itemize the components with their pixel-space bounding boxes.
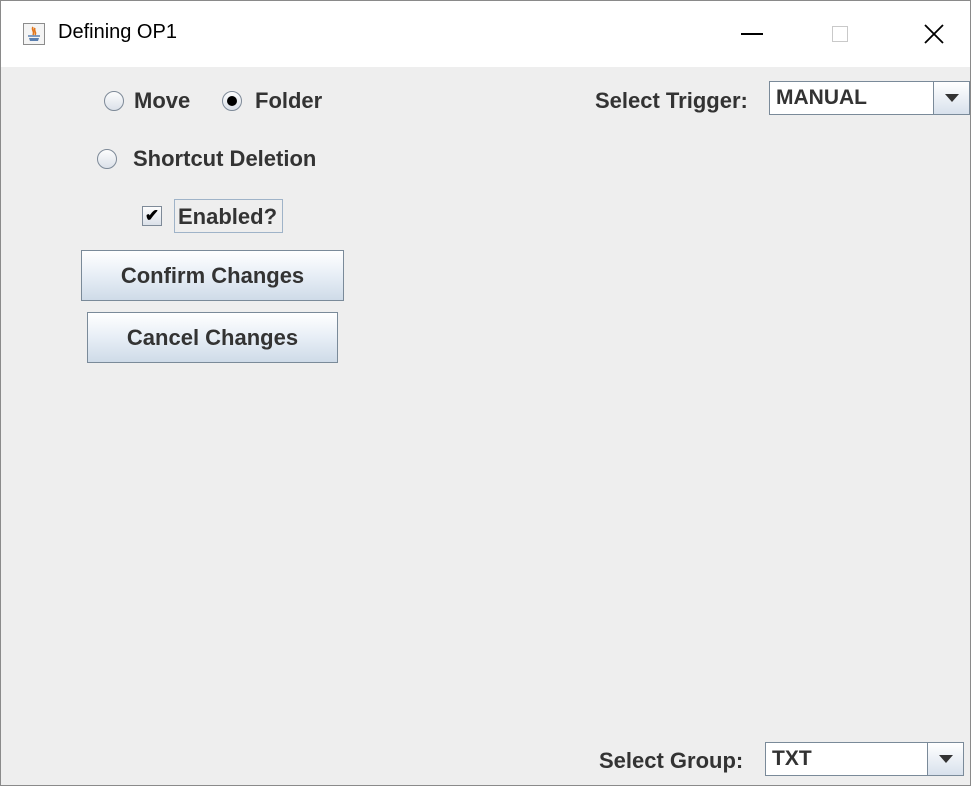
trigger-select[interactable]: MANUAL [769, 81, 970, 115]
minimize-button[interactable] [722, 1, 782, 67]
shortcut-deletion-radio[interactable] [97, 149, 117, 169]
confirm-changes-button[interactable]: Confirm Changes [81, 250, 344, 301]
minimize-icon [741, 33, 763, 35]
window-title: Defining OP1 [58, 21, 177, 43]
maximize-icon [832, 26, 848, 42]
cancel-changes-button[interactable]: Cancel Changes [87, 312, 338, 363]
title-bar[interactable]: Defining OP1 [1, 1, 970, 67]
folder-radio-label[interactable]: Folder [255, 88, 322, 114]
close-icon [924, 24, 944, 44]
move-radio-label[interactable]: Move [134, 88, 190, 114]
dialog-window: Defining OP1 Move Folder Shortcut Deleti… [0, 0, 971, 786]
group-select-value: TXT [772, 747, 812, 770]
group-select[interactable]: TXT [765, 742, 964, 776]
java-cup-icon [23, 23, 45, 45]
trigger-dropdown-button[interactable] [933, 82, 969, 114]
enabled-checkbox-label[interactable]: Enabled? [178, 204, 277, 230]
trigger-select-value: MANUAL [776, 86, 867, 109]
enabled-checkbox[interactable]: ✔ [142, 206, 162, 226]
select-trigger-label: Select Trigger: [595, 88, 748, 113]
move-radio[interactable] [104, 91, 124, 111]
chevron-down-icon [944, 94, 959, 102]
maximize-button[interactable] [810, 1, 870, 67]
shortcut-deletion-radio-label[interactable]: Shortcut Deletion [133, 146, 316, 172]
close-button[interactable] [904, 1, 964, 67]
folder-radio[interactable] [222, 91, 242, 111]
radio-selected-dot [227, 96, 237, 106]
group-dropdown-button[interactable] [927, 743, 963, 775]
chevron-down-icon [938, 755, 953, 763]
select-group-label: Select Group: [599, 748, 744, 773]
